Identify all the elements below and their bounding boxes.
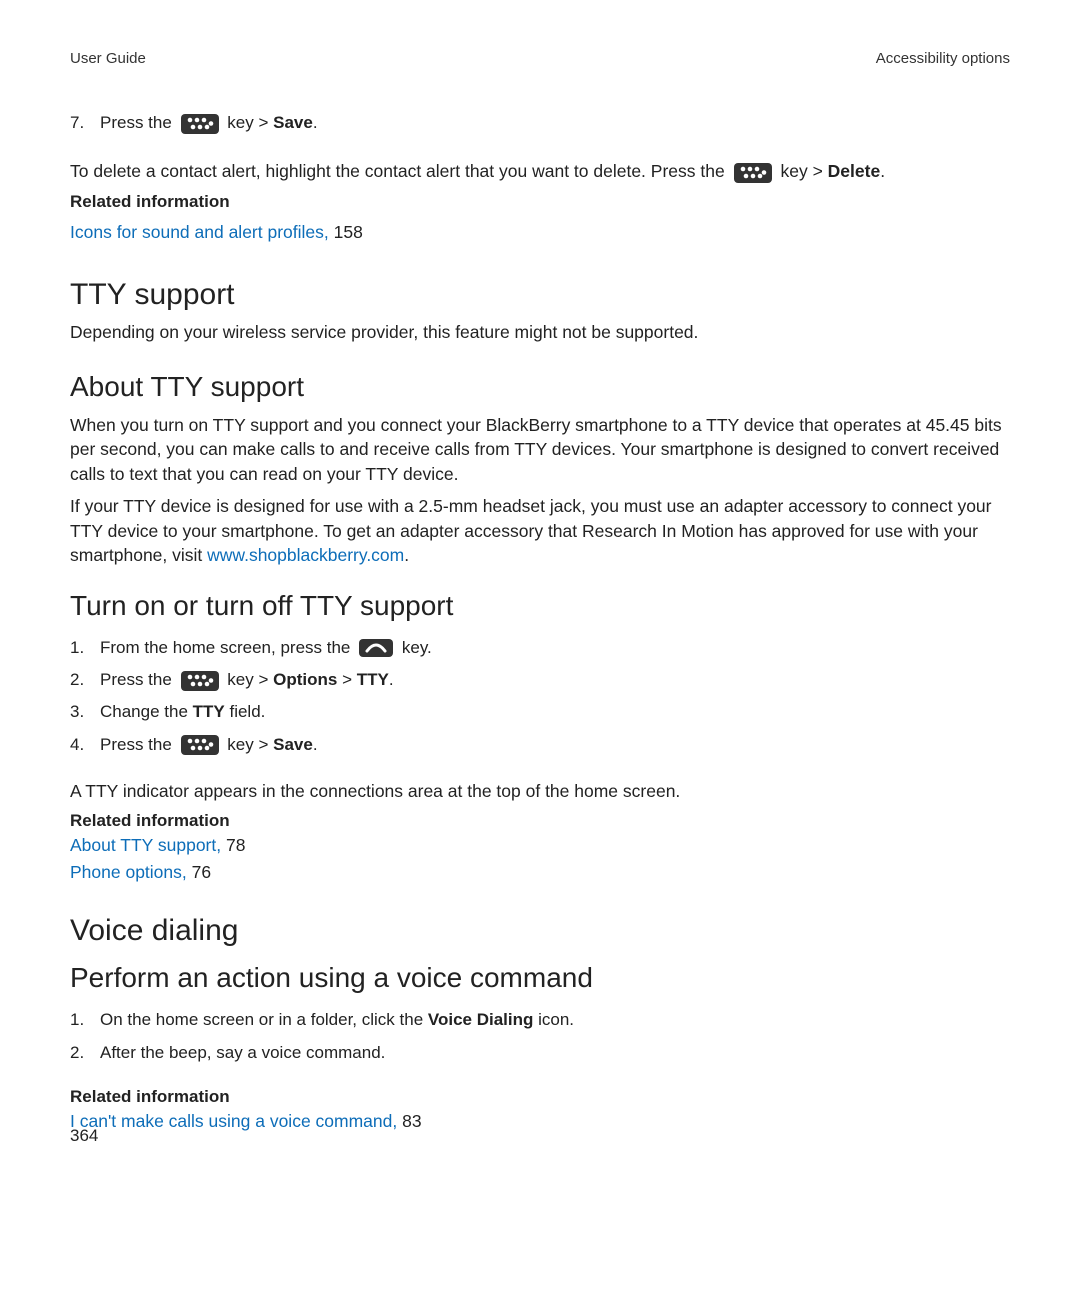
step-text: From the home screen, press the: [100, 638, 350, 657]
tty-step-1: 1. From the home screen, press the key.: [70, 632, 1010, 664]
about-tty-p2-post: .: [404, 545, 409, 565]
send-key-icon: [359, 639, 393, 657]
link-page-ref: 158: [329, 222, 363, 242]
step-number: 2.: [70, 664, 100, 696]
voice-dialing-label: Voice Dialing: [428, 1010, 534, 1029]
step-text-post-key: key >: [227, 113, 273, 132]
link-icons-sound-alert[interactable]: Icons for sound and alert profiles,: [70, 222, 329, 242]
tty-indicator-text: A TTY indicator appears in the connectio…: [70, 779, 1010, 804]
step-text: After the beep, say a voice command.: [100, 1037, 1010, 1069]
header-right: Accessibility options: [876, 50, 1010, 67]
step-text: Press the: [100, 735, 172, 754]
step-number: 3.: [70, 696, 100, 728]
step-text: Change the: [100, 702, 193, 721]
link-page-ref: 76: [187, 862, 211, 882]
period: .: [313, 113, 318, 132]
link-phone-options[interactable]: Phone options,: [70, 862, 187, 882]
gt: >: [337, 670, 356, 689]
about-tty-p2: If your TTY device is designed for use w…: [70, 494, 1010, 568]
related-info-heading: Related information: [70, 192, 1010, 212]
step-number: 1.: [70, 1004, 100, 1036]
page-number: 364: [70, 1126, 98, 1146]
step-number: 4.: [70, 729, 100, 761]
tty-support-heading: TTY support: [70, 278, 1010, 312]
step-number: 7.: [70, 107, 100, 139]
link-page-ref: 78: [221, 835, 245, 855]
about-tty-p1: When you turn on TTY support and you con…: [70, 413, 1010, 487]
related-info-heading: Related information: [70, 1087, 1010, 1107]
step-number: 1.: [70, 632, 100, 664]
delete-pre: To delete a contact alert, highlight the…: [70, 161, 725, 181]
header-left: User Guide: [70, 50, 146, 67]
step-text: key >: [227, 735, 273, 754]
voice-step-2: 2. After the beep, say a voice command.: [70, 1037, 1010, 1069]
menu-key-icon: [734, 163, 772, 183]
step-text: key.: [402, 638, 432, 657]
step-text: key >: [227, 670, 273, 689]
step-7: 7. Press the key > Save.: [70, 107, 1010, 139]
delete-contact-text: To delete a contact alert, highlight the…: [70, 159, 1010, 184]
tty-step-4: 4. Press the key > Save.: [70, 729, 1010, 761]
save-label: Save: [273, 113, 313, 132]
link-shopblackberry[interactable]: www.shopblackberry.com: [207, 545, 404, 565]
period: .: [313, 735, 318, 754]
step-text: Press the: [100, 670, 172, 689]
tty-field-label: TTY: [193, 702, 225, 721]
tty-label: TTY: [357, 670, 389, 689]
about-tty-heading: About TTY support: [70, 371, 1010, 403]
step-text: field.: [225, 702, 266, 721]
link-about-tty[interactable]: About TTY support,: [70, 835, 221, 855]
options-label: Options: [273, 670, 337, 689]
menu-key-icon: [181, 735, 219, 755]
delete-label: Delete: [828, 161, 881, 181]
related-info-heading: Related information: [70, 811, 1010, 831]
period: .: [389, 670, 394, 689]
delete-post-key: key >: [780, 161, 827, 181]
save-label: Save: [273, 735, 313, 754]
perform-voice-heading: Perform an action using a voice command: [70, 962, 1010, 994]
menu-key-icon: [181, 671, 219, 691]
step-text: On the home screen or in a folder, click…: [100, 1010, 428, 1029]
tty-intro: Depending on your wireless service provi…: [70, 320, 1010, 345]
step-number: 2.: [70, 1037, 100, 1069]
link-page-ref: 83: [397, 1111, 421, 1131]
link-cant-make-calls[interactable]: I can't make calls using a voice command…: [70, 1111, 397, 1131]
turn-tty-heading: Turn on or turn off TTY support: [70, 590, 1010, 622]
voice-dialing-heading: Voice dialing: [70, 914, 1010, 948]
tty-step-2: 2. Press the key > Options > TTY.: [70, 664, 1010, 696]
step-text-pre: Press the: [100, 113, 172, 132]
tty-step-3: 3. Change the TTY field.: [70, 696, 1010, 728]
step-text: icon.: [533, 1010, 574, 1029]
menu-key-icon: [181, 114, 219, 134]
period: .: [880, 161, 885, 181]
voice-step-1: 1. On the home screen or in a folder, cl…: [70, 1004, 1010, 1036]
